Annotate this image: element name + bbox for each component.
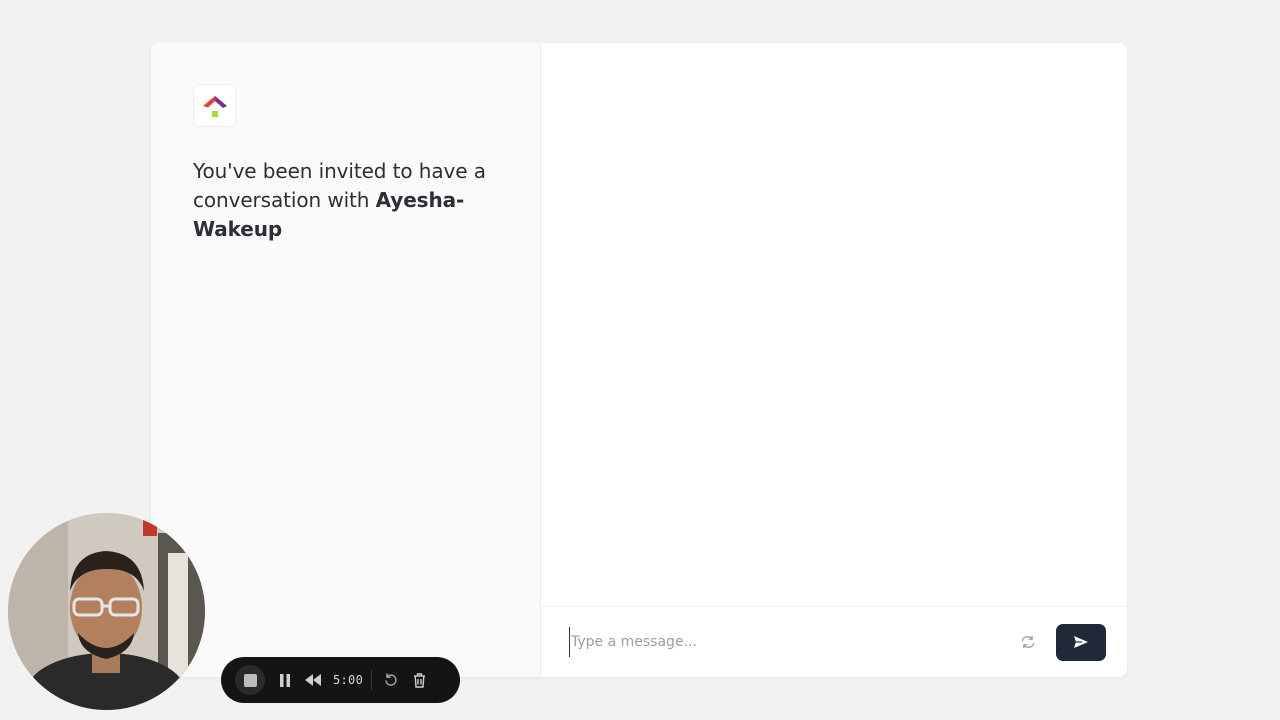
conversation-card: You've been invited to have a conversati… [151,43,1127,677]
invite-message: You've been invited to have a conversati… [193,157,498,244]
webcam-overlay [8,513,205,710]
recorder-divider [371,670,373,690]
presenter-video [8,513,205,710]
refresh-button[interactable] [1014,628,1042,656]
house-logo-icon [202,95,227,117]
refresh-icon [1021,635,1035,649]
restart-icon [385,673,397,686]
chat-panel [541,43,1127,677]
trash-icon [413,672,425,688]
pause-button[interactable] [271,665,299,695]
invite-panel: You've been invited to have a conversati… [151,43,541,677]
pause-icon [280,673,290,687]
restart-button[interactable] [377,665,405,695]
stop-button[interactable] [235,665,265,695]
send-icon [1074,636,1088,648]
send-button[interactable] [1056,623,1106,661]
screen-recorder-controls: 5:00 [221,657,460,703]
delete-button[interactable] [405,665,433,695]
rewind-icon [305,674,321,686]
message-composer [541,606,1127,677]
recording-timer: 5:00 [333,673,364,687]
brand-logo [193,84,236,127]
rewind-button[interactable] [299,665,327,695]
message-input[interactable] [569,627,1014,657]
stop-icon [243,673,257,687]
